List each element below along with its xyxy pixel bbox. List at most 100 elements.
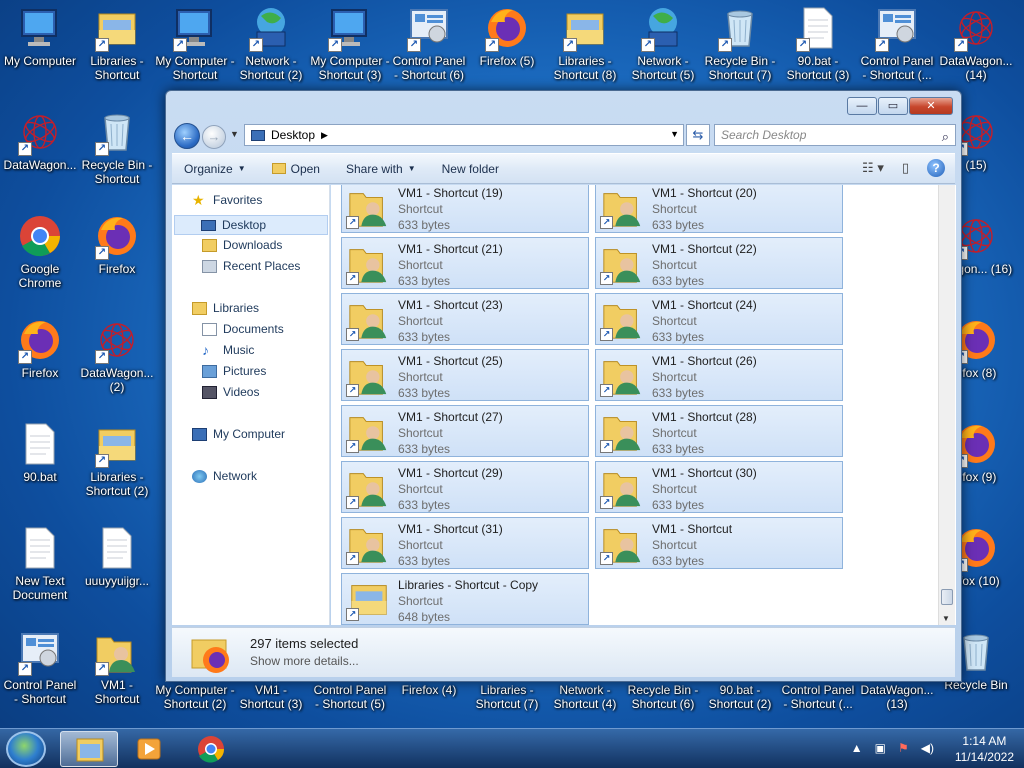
file-tile[interactable]: ↗ Libraries - Shortcut - Copy Shortcut 648 … bbox=[341, 573, 589, 625]
desktop-icon-item[interactable]: Recycle Bin - Shortcut (6) bbox=[623, 683, 703, 711]
share-with-button[interactable]: Share with ▼ bbox=[346, 162, 416, 176]
desktop-icon-item[interactable]: Control Panel - Shortcut (5) bbox=[310, 683, 390, 711]
vertical-scrollbar[interactable]: ▼ bbox=[938, 185, 955, 625]
taskbar-media-player[interactable] bbox=[120, 731, 178, 767]
file-tile[interactable]: ↗ VM1 - Shortcut (27) Shortcut 633 bytes bbox=[341, 405, 589, 457]
scroll-down-icon[interactable]: ▼ bbox=[942, 614, 950, 623]
taskbar-explorer[interactable] bbox=[60, 731, 118, 767]
desktop-icon-item[interactable]: My Computer - Shortcut (2) bbox=[155, 683, 235, 711]
file-tile[interactable]: ↗ VM1 - Shortcut (21) Shortcut 633 bytes bbox=[341, 237, 589, 289]
desktop-icon-item[interactable]: ↗ Libraries - Shortcut (8) bbox=[545, 4, 625, 82]
back-button[interactable]: ← bbox=[174, 123, 200, 149]
recent-pages-dropdown[interactable]: ▼ bbox=[230, 129, 239, 139]
search-input[interactable]: Search Desktop ⌕ bbox=[714, 124, 956, 146]
desktop-icon-label: Recycle Bin - Shortcut bbox=[81, 158, 153, 186]
desktop-icon-item[interactable]: 90.bat - Shortcut (2) bbox=[700, 683, 780, 711]
refresh-icon: ⇆ bbox=[692, 127, 704, 142]
desktop-icon-item[interactable]: ↗ Libraries - Shortcut bbox=[77, 4, 157, 82]
file-tile[interactable]: ↗ VM1 - Shortcut (24) Shortcut 633 bytes bbox=[595, 293, 843, 345]
nav-videos[interactable]: Videos bbox=[202, 385, 259, 399]
desktop-icon-item[interactable]: ↗ VM1 - Shortcut bbox=[77, 628, 157, 706]
network-status-icon[interactable]: ▣ bbox=[875, 741, 886, 755]
desktop-icon-item[interactable]: Network - Shortcut (4) bbox=[545, 683, 625, 711]
desktop-icon-item[interactable]: Libraries - Shortcut (7) bbox=[467, 683, 547, 711]
desktop-icon-item[interactable]: ↗ DataWagon... bbox=[0, 108, 80, 172]
taskbar-chrome[interactable] bbox=[182, 731, 240, 767]
open-button[interactable]: Open bbox=[271, 162, 320, 176]
file-tile[interactable]: ↗ VM1 - Shortcut (30) Shortcut 633 bytes bbox=[595, 461, 843, 513]
nav-recent-places-label: Recent Places bbox=[223, 259, 301, 273]
desktop-icon-item[interactable]: ↗ Control Panel - Shortcut (... bbox=[857, 4, 937, 82]
desktop-icon-item[interactable]: ↗ Control Panel - Shortcut (6) bbox=[389, 4, 469, 82]
desktop-icon-item[interactable]: 90.bat bbox=[0, 420, 80, 484]
nav-recent-places[interactable]: Recent Places bbox=[202, 259, 300, 273]
scrollbar-thumb[interactable] bbox=[941, 589, 953, 605]
desktop-icon-item[interactable]: ↗ Firefox (5) bbox=[467, 4, 547, 68]
nav-pictures[interactable]: Pictures bbox=[202, 364, 266, 378]
nav-favorites[interactable]: ★ Favorites bbox=[192, 193, 262, 208]
nav-documents[interactable]: Documents bbox=[202, 322, 284, 336]
desktop-icon-item[interactable]: VM1 - Shortcut (3) bbox=[231, 683, 311, 711]
desktop-icon-item[interactable]: ↗ DataWagon... (2) bbox=[77, 316, 157, 394]
file-tile[interactable]: ↗ VM1 - Shortcut (31) Shortcut 633 bytes bbox=[341, 517, 589, 569]
desktop-icon-item[interactable]: ↗ My Computer - Shortcut bbox=[155, 4, 235, 82]
file-list[interactable]: ↗ VM1 - Shortcut (19) Shortcut 633 bytes ↗ VM… bbox=[331, 185, 956, 625]
nav-music[interactable]: ♪ Music bbox=[202, 343, 254, 358]
explorer-window[interactable]: — ▭ ✕ ← → ▼ Desktop ▶ ▼ ⇆ Search Desktop… bbox=[165, 90, 962, 682]
file-tile[interactable]: ↗ VM1 - Shortcut (25) Shortcut 633 bytes bbox=[341, 349, 589, 401]
desktop-icon-item[interactable]: Firefox (4) bbox=[389, 683, 469, 697]
address-dropdown-icon[interactable]: ▼ bbox=[670, 129, 679, 139]
desktop-icon-item[interactable]: ↗ My Computer - Shortcut (3) bbox=[310, 4, 390, 82]
desktop-icon-item[interactable]: ↗ Firefox bbox=[0, 316, 80, 380]
view-options-icon[interactable]: ☷ ▾ bbox=[862, 160, 884, 176]
search-icon[interactable]: ⌕ bbox=[942, 127, 949, 147]
close-button[interactable]: ✕ bbox=[909, 97, 953, 115]
nav-my-computer[interactable]: My Computer bbox=[192, 427, 285, 441]
desktop-icon-item[interactable]: My Computer bbox=[0, 4, 80, 68]
desktop-icon-item[interactable]: ↗ DataWagon... (14) bbox=[936, 4, 1016, 82]
file-tile[interactable]: ↗ VM1 - Shortcut (20) Shortcut 633 bytes bbox=[595, 185, 843, 233]
address-bar[interactable]: Desktop ▶ ▼ bbox=[244, 124, 684, 146]
breadcrumb-desktop[interactable]: Desktop bbox=[271, 128, 315, 142]
nav-network[interactable]: Network bbox=[192, 469, 257, 483]
organize-button[interactable]: Organize ▼ bbox=[184, 162, 246, 176]
desktop-icon-item[interactable]: ↗ Libraries - Shortcut (2) bbox=[77, 420, 157, 498]
minimize-button[interactable]: — bbox=[847, 97, 877, 115]
preview-pane-icon[interactable]: ▯ bbox=[902, 160, 909, 176]
desktop-icon-item[interactable]: Control Panel - Shortcut (... bbox=[778, 683, 858, 711]
show-more-details-link[interactable]: Show more details... bbox=[250, 654, 359, 668]
nav-desktop[interactable]: Desktop bbox=[174, 215, 328, 235]
file-tile[interactable]: ↗ VM1 - Shortcut (26) Shortcut 633 bytes bbox=[595, 349, 843, 401]
file-tile[interactable]: ↗ VM1 - Shortcut (28) Shortcut 633 bytes bbox=[595, 405, 843, 457]
file-tile[interactable]: ↗ VM1 - Shortcut (29) Shortcut 633 bytes bbox=[341, 461, 589, 513]
desktop-icon-item[interactable]: DataWagon... (13) bbox=[857, 683, 937, 711]
clock[interactable]: 1:14 AM 11/14/2022 bbox=[955, 733, 1014, 765]
start-button[interactable] bbox=[6, 731, 46, 767]
desktop-icon-item[interactable]: ↗ Recycle Bin - Shortcut (7) bbox=[700, 4, 780, 82]
desktop-icon-item[interactable]: ↗ Recycle Bin - Shortcut bbox=[77, 108, 157, 186]
show-hidden-icons-icon[interactable]: ▲ bbox=[851, 741, 863, 755]
refresh-button[interactable]: ⇆ bbox=[686, 124, 710, 146]
volume-icon[interactable]: ◀) bbox=[921, 741, 934, 755]
desktop-icon-item[interactable]: ↗ Control Panel - Shortcut bbox=[0, 628, 80, 706]
nav-libraries[interactable]: Libraries bbox=[192, 301, 259, 315]
file-tile[interactable]: ↗ VM1 - Shortcut (22) Shortcut 633 bytes bbox=[595, 237, 843, 289]
desktop-icon-item[interactable]: ↗ Network - Shortcut (5) bbox=[623, 4, 703, 82]
desktop-icon-item[interactable]: New Text Document bbox=[0, 524, 80, 602]
new-folder-button[interactable]: New folder bbox=[442, 162, 499, 176]
libraries-icon: ↗ bbox=[93, 4, 141, 52]
desktop-icon-item[interactable]: ↗ Network - Shortcut (2) bbox=[231, 4, 311, 82]
forward-button[interactable]: → bbox=[202, 125, 226, 149]
file-tile[interactable]: ↗ VM1 - Shortcut (19) Shortcut 633 bytes bbox=[341, 185, 589, 233]
action-center-icon[interactable]: ⚑ bbox=[898, 741, 909, 755]
maximize-button[interactable]: ▭ bbox=[878, 97, 908, 115]
chevron-right-icon[interactable]: ▶ bbox=[321, 130, 328, 141]
help-icon[interactable]: ? bbox=[927, 159, 945, 177]
file-tile[interactable]: ↗ VM1 - Shortcut Shortcut 633 bytes bbox=[595, 517, 843, 569]
desktop-icon-item[interactable]: Google Chrome bbox=[0, 212, 80, 290]
desktop-icon-item[interactable]: ↗ Firefox bbox=[77, 212, 157, 276]
nav-downloads[interactable]: Downloads bbox=[202, 238, 282, 252]
desktop-icon-item[interactable]: uuuyyuijgr... bbox=[77, 524, 157, 588]
file-tile[interactable]: ↗ VM1 - Shortcut (23) Shortcut 633 bytes bbox=[341, 293, 589, 345]
desktop-icon-item[interactable]: ↗ 90.bat - Shortcut (3) bbox=[778, 4, 858, 82]
